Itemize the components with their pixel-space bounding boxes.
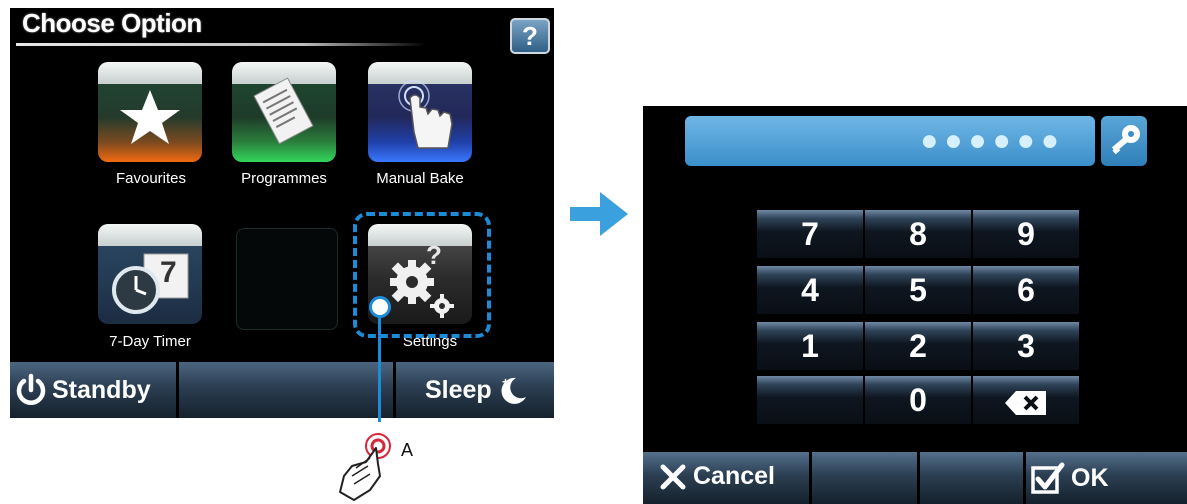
- choose-option-screen: Choose Option ? Favourites Programmes Ma…: [10, 8, 554, 418]
- standby-button[interactable]: Standby: [14, 364, 151, 416]
- callout-line: [378, 302, 381, 422]
- programmes-label: Programmes: [241, 170, 327, 187]
- pin-entry-screen: ●●●●●● 7 8 9 4 5 6 1 2 3 0 Cancel OK: [643, 106, 1187, 504]
- cancel-button[interactable]: Cancel: [659, 462, 775, 491]
- key-4[interactable]: 4: [757, 266, 863, 314]
- power-icon: [16, 373, 46, 405]
- key-6[interactable]: 6: [973, 266, 1079, 314]
- annotation-label: A: [401, 440, 414, 460]
- key-5[interactable]: 5: [865, 266, 971, 314]
- title-underline: [16, 43, 426, 46]
- empty-tile-slot: [236, 228, 338, 330]
- cross-icon: [660, 464, 686, 489]
- ok-button[interactable]: OK: [1031, 462, 1109, 494]
- document-icon: [253, 77, 314, 145]
- key-8[interactable]: 8: [865, 210, 971, 258]
- moon-icon: +: [501, 375, 526, 404]
- sleep-label: Sleep: [425, 375, 492, 404]
- touch-hand-icon: [398, 80, 453, 149]
- favourites-label: Favourites: [115, 170, 187, 187]
- key-blank: [757, 376, 863, 424]
- key-icon: [1111, 125, 1140, 155]
- manual-bake-tile[interactable]: [368, 62, 472, 162]
- pin-display-field: ●●●●●●: [685, 116, 1095, 166]
- checkbox-check-icon: [1031, 462, 1065, 494]
- calendar-day-number: 7: [160, 256, 177, 289]
- key-1[interactable]: 1: [757, 322, 863, 370]
- key-3[interactable]: 3: [973, 322, 1079, 370]
- key-button[interactable]: [1101, 116, 1147, 166]
- manual-bake-label: Manual Bake: [376, 170, 464, 187]
- seven-day-timer-tile[interactable]: 7: [98, 224, 202, 324]
- screen-title: Choose Option: [22, 8, 202, 38]
- settings-highlight-box: [353, 212, 491, 338]
- favourites-tile[interactable]: [98, 62, 202, 162]
- help-button[interactable]: ?: [510, 18, 550, 54]
- key-0[interactable]: 0: [865, 376, 971, 424]
- seven-day-timer-label: 7-Day Timer: [109, 333, 191, 350]
- clock-calendar-icon: [112, 253, 189, 314]
- star-icon: [120, 90, 180, 144]
- arrow-right-icon: [570, 192, 628, 236]
- cancel-label: Cancel: [693, 462, 775, 490]
- ok-label: OK: [1071, 463, 1109, 492]
- backspace-icon: [1005, 390, 1046, 415]
- key-7[interactable]: 7: [757, 210, 863, 258]
- standby-label: Standby: [52, 375, 151, 404]
- svg-text:+: +: [502, 375, 509, 389]
- pointing-hand-icon: [339, 433, 391, 501]
- tap-point-icon: [369, 296, 391, 318]
- programmes-tile[interactable]: [232, 62, 336, 162]
- backspace-key[interactable]: [973, 376, 1079, 424]
- key-2[interactable]: 2: [865, 322, 971, 370]
- key-9[interactable]: 9: [973, 210, 1079, 258]
- sleep-button[interactable]: Sleep +: [425, 364, 530, 416]
